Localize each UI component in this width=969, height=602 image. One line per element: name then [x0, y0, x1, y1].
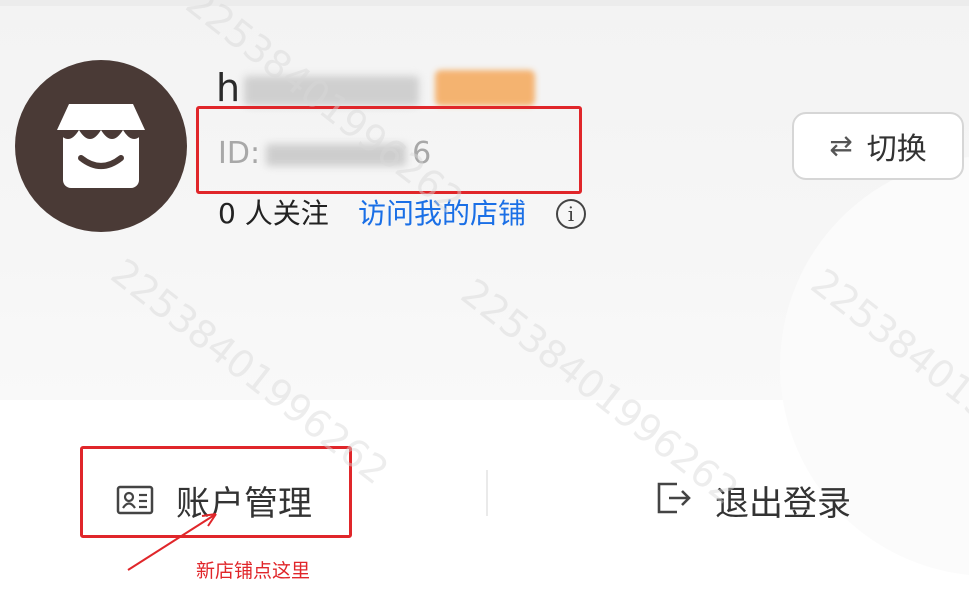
switch-label: 切换 [866, 132, 927, 167]
action-divider [486, 470, 488, 516]
username-redacted [244, 75, 420, 106]
username: h [216, 66, 420, 110]
username-text: h [216, 66, 241, 110]
annotation-note: 新店铺点这里 [196, 560, 311, 582]
shop-store-icon [57, 104, 145, 188]
highlight-shop-id [196, 106, 582, 194]
swap-arrows-icon: ⇄ [829, 129, 853, 162]
switch-button[interactable]: ⇄ 切换 [792, 112, 964, 180]
page: h ID: 6 0 人关注 访问我的店铺 i ⇄ 切换 账户管理 退出登录 新店… [0, 0, 969, 602]
logout-button[interactable]: 退出登录 [655, 474, 851, 526]
logout-label: 退出登录 [715, 483, 851, 524]
vip-badge-redacted [435, 70, 535, 106]
followers-count: 0 人关注 [218, 197, 329, 230]
shop-avatar [15, 60, 187, 232]
info-icon[interactable]: i [556, 199, 586, 229]
visit-my-shop-link[interactable]: 访问我的店铺 [358, 196, 526, 232]
logout-icon [655, 480, 693, 520]
